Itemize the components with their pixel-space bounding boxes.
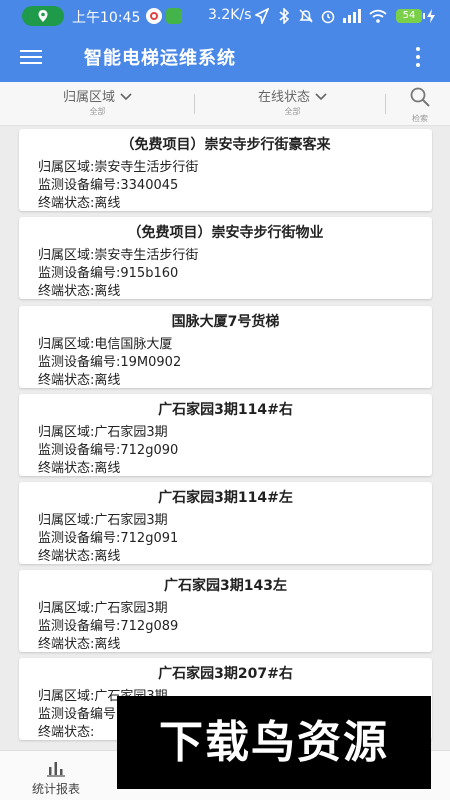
elevator-name: 广石家园3期114#左	[158, 490, 293, 506]
status-time: 上午10:45	[72, 10, 141, 26]
more-options-button[interactable]	[408, 44, 428, 70]
wifi-icon	[369, 9, 387, 23]
elevator-terminal-status: 终端状态:离线	[38, 461, 121, 476]
online-status-filter[interactable]: 在线状态 全部	[235, 86, 350, 117]
search-label: 检索	[412, 114, 428, 123]
online-status-filter-value: 全部	[284, 107, 301, 116]
elevator-device-id: 监测设备编号:3340045	[38, 178, 179, 193]
elevator-terminal-status: 终端状态:离线	[38, 637, 121, 652]
filter-divider	[385, 94, 386, 114]
filter-bar: 归属区域 全部 在线状态 全部 检索	[0, 82, 450, 126]
alarm-clock-icon	[321, 10, 335, 24]
network-speed: 3.2K/s	[208, 7, 252, 23]
charging-bolt-icon	[427, 9, 435, 23]
app-title: 智能电梯运维系统	[84, 48, 236, 69]
elevator-terminal-status: 终端状态:离线	[38, 373, 121, 388]
nav-item-statistics[interactable]: 统计报表	[0, 751, 112, 800]
nav-label-statistics: 统计报表	[31, 782, 80, 796]
elevator-device-id: 监测设备编号:	[38, 707, 121, 722]
elevator-area: 归属区域:广石家园3期	[38, 425, 168, 440]
mute-bell-icon	[299, 9, 313, 23]
elevator-list: （免费项目）崇安寺步行街豪客来 归属区域:崇安寺生活步行街 监测设备编号:334…	[0, 126, 450, 750]
menu-button[interactable]	[20, 46, 44, 68]
elevator-area: 归属区域:崇安寺生活步行街	[38, 248, 199, 263]
app-bar: 智能电梯运维系统	[0, 32, 450, 82]
filter-divider	[194, 94, 195, 114]
elevator-card[interactable]: 广石家园3期143左 归属区域:广石家园3期 监测设备编号:712g089 终端…	[19, 570, 432, 652]
area-filter-value: 全部	[89, 107, 106, 116]
elevator-area: 归属区域:广石家园3期	[38, 601, 168, 616]
elevator-card[interactable]: 广石家园3期114#右 归属区域:广石家园3期 监测设备编号:712g090 终…	[19, 394, 432, 476]
search-icon	[410, 87, 430, 107]
chevron-down-icon	[315, 92, 327, 100]
elevator-card[interactable]: 广石家园3期114#左 归属区域:广石家园3期 监测设备编号:712g091 终…	[19, 482, 432, 564]
elevator-terminal-status: 终端状态:	[38, 725, 95, 740]
elevator-name: 广石家园3期143左	[164, 578, 287, 594]
elevator-device-id: 监测设备编号:712g091	[38, 531, 179, 546]
elevator-device-id: 监测设备编号:915b160	[38, 266, 179, 281]
elevator-device-id: 监测设备编号:712g090	[38, 443, 179, 458]
elevator-card[interactable]: （免费项目）崇安寺步行街豪客来 归属区域:崇安寺生活步行街 监测设备编号:334…	[19, 129, 432, 211]
notification-wechat-icon	[166, 8, 182, 24]
elevator-name: （免费项目）崇安寺步行街豪客来	[120, 137, 331, 153]
chevron-down-icon	[120, 92, 132, 100]
elevator-name: 广石家园3期207#右	[158, 666, 293, 682]
area-filter[interactable]: 归属区域 全部	[40, 86, 155, 117]
elevator-name: （免费项目）崇安寺步行街物业	[127, 225, 324, 241]
online-status-filter-label: 在线状态	[257, 90, 310, 105]
elevator-name: 国脉大厦7号货梯	[171, 314, 280, 330]
elevator-card[interactable]: 国脉大厦7号货梯 归属区域:电信国脉大厦 监测设备编号:19M0902 终端状态…	[19, 306, 432, 388]
area-filter-label: 归属区域	[62, 90, 115, 105]
elevator-terminal-status: 终端状态:离线	[38, 549, 121, 564]
search-button[interactable]: 检索	[400, 86, 440, 124]
elevator-terminal-status: 终端状态:离线	[38, 284, 121, 299]
elevator-card[interactable]: （免费项目）崇安寺步行街物业 归属区域:崇安寺生活步行街 监测设备编号:915b…	[19, 217, 432, 299]
notification-app-icon	[146, 8, 162, 24]
elevator-name: 广石家园3期114#右	[158, 402, 293, 418]
battery-indicator: 54	[396, 9, 425, 23]
location-arrow-icon	[255, 8, 269, 24]
elevator-terminal-status: 终端状态:离线	[38, 196, 121, 211]
status-bar: 上午10:45 3.2K/s 54	[0, 0, 450, 32]
elevator-area: 归属区域:电信国脉大厦	[38, 337, 173, 352]
elevator-device-id: 监测设备编号:19M0902	[38, 355, 182, 370]
watermark-banner: 下载鸟资源	[117, 696, 431, 789]
location-pin-icon	[38, 10, 48, 22]
elevator-area: 归属区域:崇安寺生活步行街	[38, 160, 199, 175]
bar-chart-icon	[47, 762, 65, 777]
signal-hd-icon	[343, 9, 361, 23]
elevator-device-id: 监测设备编号:712g089	[38, 619, 179, 634]
elevator-area: 归属区域:广石家园3期	[38, 513, 168, 528]
location-indicator	[22, 6, 64, 26]
bluetooth-icon	[279, 8, 290, 24]
